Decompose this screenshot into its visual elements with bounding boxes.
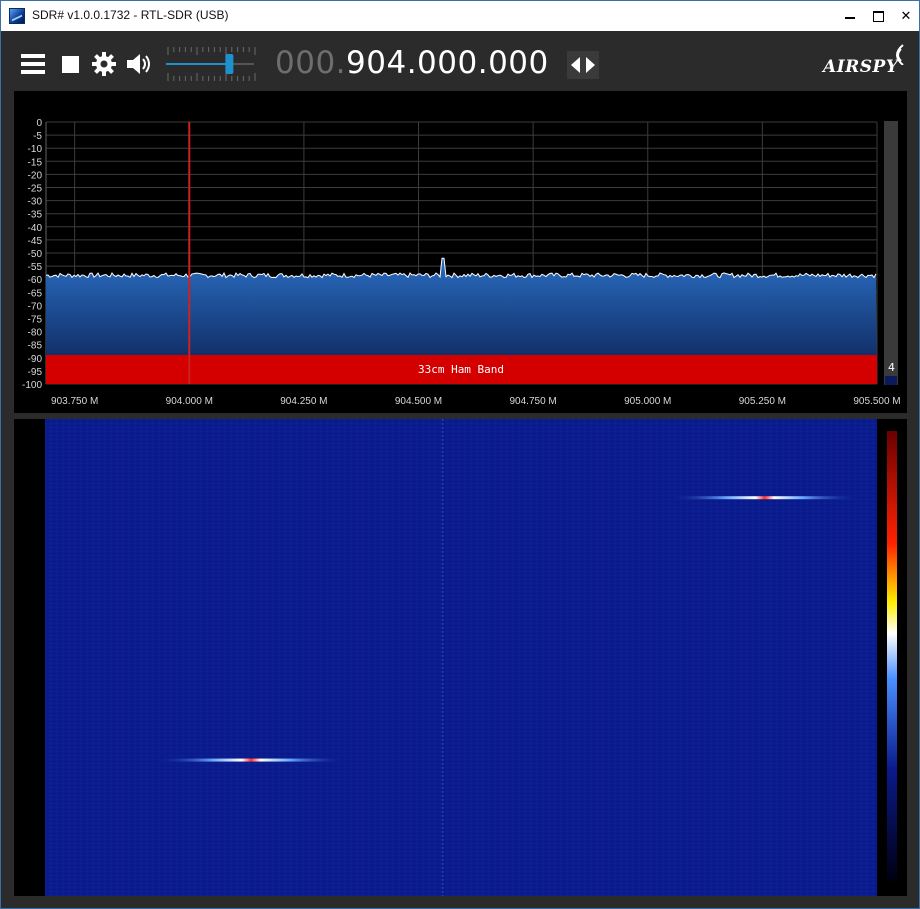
window-title: SDR# v1.0.0.1732 - RTL-SDR (USB) bbox=[32, 8, 229, 22]
y-tick-label: -10 bbox=[28, 144, 43, 155]
minimize-icon bbox=[845, 17, 855, 19]
settings-button[interactable] bbox=[90, 50, 118, 78]
y-tick-label: -40 bbox=[28, 223, 43, 234]
zoom-slider-thumb[interactable] bbox=[885, 376, 897, 385]
y-tick-label: -25 bbox=[28, 184, 43, 195]
frequency-prefix: 000. bbox=[275, 45, 347, 81]
spectrum-trace bbox=[45, 257, 877, 279]
title-bar[interactable]: SDR# v1.0.0.1732 - RTL-SDR (USB) ✕ bbox=[1, 1, 919, 31]
y-tick-label: 0 bbox=[36, 118, 42, 129]
stop-button[interactable] bbox=[56, 50, 84, 78]
frequency-value: 904.000.000 bbox=[346, 45, 549, 81]
spectrum-analyzer[interactable]: 0 -5 -10 -15 -20 -25 -30 -35 -40 -45 -50 -55 -60 -65 -… bbox=[14, 91, 907, 413]
x-tick-label: 905.500 M bbox=[853, 396, 900, 407]
maximize-button[interactable] bbox=[863, 1, 893, 31]
tuned-frequency-marker[interactable] bbox=[188, 122, 191, 384]
y-tick-label: -80 bbox=[28, 328, 43, 339]
sdr-window: SDR# v1.0.0.1732 - RTL-SDR (USB) ✕ 000.9… bbox=[0, 0, 920, 909]
tune-arrows-button[interactable] bbox=[567, 51, 599, 79]
y-tick-label: -50 bbox=[28, 249, 43, 260]
toolbar: 000.904.000.000 AIRSPY bbox=[1, 31, 919, 91]
y-tick-label: -60 bbox=[28, 275, 43, 286]
airspy-logo: AIRSPY bbox=[821, 43, 913, 79]
zoom-value: 4 bbox=[888, 361, 895, 374]
y-tick-label: -45 bbox=[28, 236, 43, 247]
y-tick-label: -100 bbox=[22, 380, 42, 391]
audio-mute-button[interactable] bbox=[125, 50, 153, 78]
y-tick-label: -5 bbox=[33, 131, 42, 142]
app-icon bbox=[9, 8, 25, 24]
y-tick-label: -65 bbox=[28, 288, 43, 299]
y-tick-label: -85 bbox=[28, 341, 43, 352]
waterfall-signal bbox=[156, 758, 347, 762]
stop-icon bbox=[61, 55, 79, 73]
waterfall-display[interactable] bbox=[14, 419, 907, 896]
zoom-slider[interactable] bbox=[884, 121, 898, 385]
band-plan-label: 33cm Ham Band bbox=[418, 363, 504, 376]
x-tick-label: 905.000 M bbox=[624, 396, 671, 407]
y-tick-label: -20 bbox=[28, 170, 43, 181]
close-icon: ✕ bbox=[900, 8, 912, 24]
waterfall-canvas bbox=[45, 419, 877, 896]
volume-slider[interactable] bbox=[164, 43, 258, 85]
gear-icon bbox=[92, 52, 116, 76]
minimize-button[interactable] bbox=[835, 1, 865, 31]
x-tick-label: 903.750 M bbox=[51, 396, 98, 407]
y-tick-label: -55 bbox=[28, 262, 43, 273]
frequency-display[interactable]: 000.904.000.000 bbox=[275, 45, 549, 81]
x-tick-label: 904.000 M bbox=[166, 396, 213, 407]
hamburger-menu-icon bbox=[19, 50, 47, 78]
menu-button[interactable] bbox=[19, 50, 47, 78]
waterfall-color-scale bbox=[887, 431, 897, 881]
y-tick-label: -15 bbox=[28, 157, 43, 168]
y-tick-label: -95 bbox=[28, 367, 43, 378]
close-button[interactable]: ✕ bbox=[891, 1, 920, 31]
x-tick-label: 905.250 M bbox=[739, 396, 786, 407]
x-tick-label: 904.750 M bbox=[510, 396, 557, 407]
speaker-icon bbox=[127, 54, 150, 74]
x-tick-label: 904.500 M bbox=[395, 396, 442, 407]
volume-thumb[interactable] bbox=[225, 54, 234, 74]
y-tick-label: -30 bbox=[28, 197, 43, 208]
y-tick-label: -90 bbox=[28, 354, 43, 365]
brand-text: AIRSPY bbox=[823, 57, 899, 77]
y-tick-label: -35 bbox=[28, 210, 43, 221]
x-tick-label: 904.250 M bbox=[280, 396, 327, 407]
y-tick-label: -75 bbox=[28, 315, 43, 326]
maximize-icon bbox=[872, 10, 884, 22]
waterfall-signal bbox=[669, 496, 860, 500]
y-tick-label: -70 bbox=[28, 301, 43, 312]
